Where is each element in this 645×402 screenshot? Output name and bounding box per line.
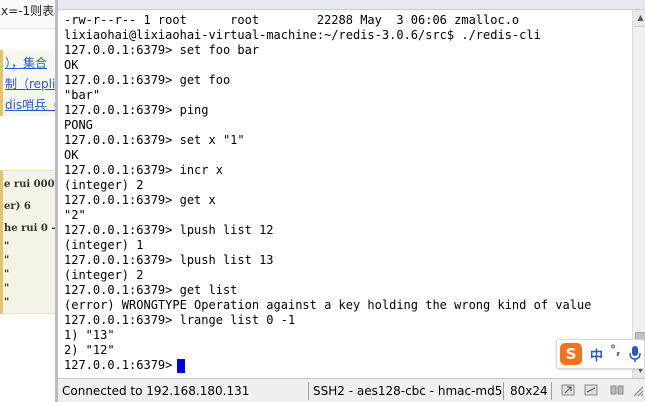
background-link-block: ），集合 制（replic dis哨兵（	[0, 50, 60, 116]
terminal-line: lixiaohai@lixiaohai-virtual-machine:~/re…	[64, 28, 541, 42]
terminal-title-strip	[58, 0, 645, 10]
terminal-size: 80x24	[506, 382, 552, 400]
terminal-line: 127.0.0.1:6379> ping	[64, 103, 209, 117]
ime-toolbar[interactable]: S 中 °,	[556, 339, 645, 369]
terminal-line: PONG	[64, 118, 93, 132]
background-link[interactable]: dis哨兵（	[5, 96, 58, 113]
background-link[interactable]: 制（replic	[5, 75, 60, 92]
ime-punctuation-toggle[interactable]: °,	[610, 343, 621, 357]
background-code-line: "	[4, 283, 10, 294]
connection-status: Connected to 192.168.180.131	[62, 384, 250, 398]
terminal-line: 127.0.0.1:6379> set foo bar	[64, 43, 260, 57]
connection-icon	[610, 385, 624, 395]
terminal-line: 127.0.0.1:6379> get x	[64, 193, 216, 207]
terminal-line: OK	[64, 148, 79, 162]
scroll-up-arrow-icon[interactable]: ▲	[633, 10, 645, 27]
background-code-line: "	[4, 269, 10, 280]
terminal-line: (error) WRONGTYPE Operation against a ke…	[64, 298, 592, 312]
terminal-line: (integer) 1	[64, 238, 144, 252]
background-header: x=-1则表	[0, 0, 60, 29]
background-header-text: x=-1则表	[1, 4, 55, 18]
background-link[interactable]: ），集合	[5, 54, 47, 71]
sogou-logo-icon[interactable]: S	[560, 343, 582, 365]
terminal-output[interactable]: -rw-r--r-- 1 root root 22288 May 3 06:06…	[58, 10, 632, 378]
cipher-status: SSH2 - aes128-cbc - hmac-md5	[308, 382, 504, 400]
terminal-line: 1) "13"	[64, 328, 115, 342]
background-code-line: "	[4, 241, 10, 252]
terminal-prompt-line: 127.0.0.1:6379>	[64, 358, 180, 372]
terminal-line: (integer) 2	[64, 268, 144, 282]
terminal-line: 2) "12"	[64, 343, 115, 357]
background-code-line: he rui 0 -1	[4, 223, 60, 234]
terminal-line: 127.0.0.1:6379> incr x	[64, 163, 223, 177]
terminal-line: -rw-r--r-- 1 root root 22288 May 3 06:06…	[64, 13, 520, 27]
terminal-cursor	[177, 359, 185, 373]
terminal-line: 127.0.0.1:6379> lpush list 13	[64, 253, 274, 267]
background-code-line: e rui 000	[4, 179, 55, 190]
background-code-line: "	[4, 255, 10, 266]
microphone-icon[interactable]	[628, 345, 642, 363]
num-lock-icon	[584, 384, 598, 396]
background-document: x=-1则表 ），集合 制（replic dis哨兵（ e rui 000 er…	[0, 0, 60, 402]
status-bar: Connected to 192.168.180.131 SSH2 - aes1…	[58, 378, 645, 402]
terminal-line: 127.0.0.1:6379> lrange list 0 -1	[64, 313, 296, 327]
terminal-line: (integer) 2	[64, 178, 144, 192]
terminal-line: 127.0.0.1:6379> lpush list 12	[64, 223, 274, 237]
ime-language-toggle[interactable]: 中	[590, 345, 603, 364]
resize-grip-icon[interactable]	[630, 383, 644, 397]
terminal-line: 127.0.0.1:6379> get list	[64, 283, 238, 297]
background-code-line: "	[4, 297, 10, 308]
background-blank-area	[0, 316, 54, 402]
caps-lock-icon	[561, 384, 575, 396]
terminal-line: OK	[64, 58, 79, 72]
background-code-line: er) 6	[4, 201, 31, 212]
terminal-line: 127.0.0.1:6379> get foo	[64, 73, 231, 87]
terminal-line: 127.0.0.1:6379> set x "1"	[64, 133, 245, 147]
background-code-block: e rui 000 er) 6 he rui 0 -1 " " " " "	[0, 170, 60, 314]
terminal-line: "2"	[64, 208, 86, 222]
terminal-scrollbar[interactable]: ▲ ▼	[632, 10, 645, 378]
terminal-line: "bar"	[64, 88, 101, 102]
